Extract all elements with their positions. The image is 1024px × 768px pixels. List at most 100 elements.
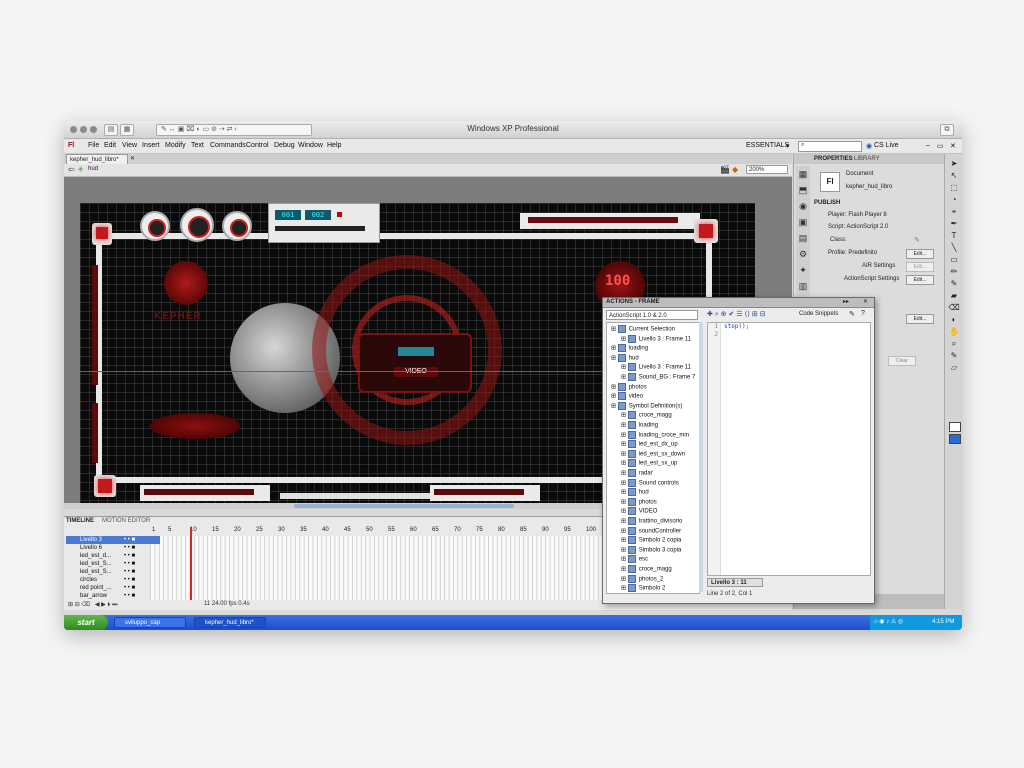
menu-modify[interactable]: Modify [165,142,186,149]
frame-tab[interactable]: Livello 3 : 11 [707,578,763,587]
expand-icon[interactable]: ⊞ [621,471,628,477]
tree-item[interactable]: ⊞ loading [621,421,658,430]
expand-icon[interactable]: ⊞ [611,355,618,361]
script-navigator[interactable]: ⊞ Current Selection ⊞ Livello 3 : Frame 1… [606,322,700,594]
expand-icon[interactable]: ⊞ [621,557,628,563]
expand-icon[interactable]: ⊞ [621,442,628,448]
tree-item[interactable]: ⊞ VIDEO [621,507,657,516]
tab-library[interactable]: LIBRARY [854,156,880,162]
expand-icon[interactable]: ⊞ [611,346,618,352]
tree-item[interactable]: ⊞ loading [611,344,648,353]
cs-live-icon[interactable]: ◉ [866,142,872,150]
edit-symbol-icon[interactable]: ◆ [732,165,738,174]
tree-item[interactable]: ⊞ hud [621,488,649,497]
layer-visibility-icons[interactable]: • • ■ [124,584,135,592]
tree-item[interactable]: ⊞ photos_2 [621,574,663,584]
workspace-arrow-icon[interactable]: ▾ [786,142,790,150]
cs-live-button[interactable]: CS Live [874,142,899,149]
expand-icon[interactable]: ⊞ [621,365,628,371]
menu-window[interactable]: Window [298,142,323,149]
expand-icon[interactable]: ⊞ [611,327,618,333]
layer-visibility-icons[interactable]: • • ■ [124,552,135,560]
tab-motion-editor[interactable]: MOTION EDITOR [102,518,150,524]
hud-button-2[interactable] [180,208,214,242]
code-snippets-button[interactable]: Code Snippets [799,311,838,317]
tree-item[interactable]: ⊞ Sound_BG : Frame 7 [621,373,695,382]
menu-control[interactable]: Control [246,142,269,149]
tree-item[interactable]: ⊞ photos [621,497,657,507]
as-edit-button[interactable]: Edit... [906,275,934,285]
timeline-controls[interactable]: ⊞ ⊟ ⌫ ◀ ▶ ⏵ ⏭ [68,601,118,609]
menu-file[interactable]: File [88,142,99,149]
layer-row[interactable]: led_est_S... • • ■ [66,560,160,568]
tree-item[interactable]: ⊞ led_est_sx_up [621,459,677,468]
frame-ruler[interactable]: 1 5 10 15 20 25 30 35 40 45 50 55 60 65 70 75 80 85 90 95 10… [150,527,670,536]
video-panel[interactable]: VIDEO [358,333,472,393]
tab-document[interactable]: kepher_hud_libro* [66,154,128,164]
actions-titlebar[interactable]: ACTIONS - FRAME ▸▸ ✕ [603,298,874,308]
tab-properties[interactable]: PROPERTIES [814,156,853,162]
tree-item[interactable]: ⊞ Sound controls [621,478,679,488]
tree-item[interactable]: ⊞ loading_croce_min [621,430,689,440]
expand-icon[interactable]: ⊞ [621,576,628,582]
as-version-select[interactable]: ActionScript 1.0 & 2.0 [606,310,698,320]
layer-row[interactable]: Livello 3 • • ■ [66,536,160,544]
expand-icon[interactable]: ⊞ [621,567,628,573]
clear-button[interactable]: Clear [888,356,916,366]
expand-icon[interactable]: ⊞ [621,499,628,505]
layer-visibility-icons[interactable]: • • ■ [124,592,135,600]
tab-close-icon[interactable]: ✕ [130,155,135,162]
expand-icon[interactable]: ⊞ [621,451,628,457]
tree-item[interactable]: ⊞ radar [621,469,653,478]
pen-icon[interactable]: ✎ [849,310,855,318]
workspace-switcher[interactable]: ESSENTIALS [746,142,789,149]
layer-visibility-icons[interactable]: • • ■ [124,576,135,584]
tree-item[interactable]: ⊞ led_est_dx_up [621,440,678,449]
layer-visibility-icons[interactable]: • • ■ [124,544,135,552]
expand-icon[interactable]: ⊞ [621,413,628,419]
hud-button-1[interactable] [140,211,170,241]
layer-row[interactable]: bar_arrow • • ■ [66,592,160,600]
tree-item[interactable]: ⊞ photos [611,382,647,392]
menu-commands[interactable]: Commands [210,142,246,149]
layer-visibility-icons[interactable]: • • ■ [124,568,135,576]
task-sviluppo[interactable]: sviluppo_cap [114,617,186,628]
expand-icon[interactable]: ⊞ [621,538,628,544]
expand-icon[interactable]: ⊞ [621,586,628,592]
expand-icon[interactable]: ⊞ [621,528,628,534]
air-edit-button[interactable]: Edit... [906,262,934,272]
minimize-icon[interactable]: – [926,142,930,149]
layer-visibility-icons[interactable]: • • ■ [124,536,135,544]
task-kepher[interactable]: kepher_hud_libro* [194,617,266,628]
fullscreen-icon[interactable]: ⧉ [940,124,954,136]
tree-item[interactable]: ⊞ Livello 3 : Frame 11 [621,363,691,372]
tool-icons[interactable]: ➤ ↖ ⬚ ◔ ⌖ ✒ T ╲ ▭ ✏ ✎ ▰ ⌫ ◐ ✋ ⌕ ✎ ▱ [945,154,962,374]
expand-icon[interactable]: ⊞ [621,490,628,496]
expand-icon[interactable]: ⊞ [621,547,628,553]
tree-item[interactable]: ⊞ croce_magg [621,565,672,574]
expand-icon[interactable]: ⊞ [621,509,628,515]
expand-icon[interactable]: ⊞ [621,432,628,438]
layer-row[interactable]: led_est_d... • • ■ [66,552,160,560]
expand-icon[interactable]: ⊞ [621,375,628,381]
actions-collapse-icon[interactable]: ▸▸ [843,298,849,305]
tree-item[interactable]: ⊞ hud [611,353,639,363]
fill-color-swatch[interactable] [949,434,961,444]
menu-view[interactable]: View [122,142,137,149]
search-input[interactable]: ⌕ [798,141,862,152]
expand-icon[interactable]: ⊞ [621,519,628,525]
tree-item[interactable]: ⊞ esc [621,555,648,564]
code-line[interactable]: stop(); [724,323,749,331]
playhead[interactable] [190,527,192,600]
tree-item[interactable]: ⊞ video [611,392,643,401]
stroke-color-swatch[interactable] [949,422,961,432]
tree-item[interactable]: ⊞ Simbolo 2 copia [621,536,681,545]
tab-timeline[interactable]: TIMELINE [66,518,94,524]
video-button[interactable]: VIDEO [394,367,438,377]
expand-icon[interactable]: ⊞ [621,336,628,342]
zoom-select[interactable]: 200% [746,165,788,174]
back-arrow-icon[interactable]: ⇦ [68,165,75,174]
tree-item[interactable]: ⊞ croce_magg [621,411,672,420]
publish-header[interactable]: PUBLISH [814,200,840,206]
hud-button-3[interactable] [222,211,252,241]
